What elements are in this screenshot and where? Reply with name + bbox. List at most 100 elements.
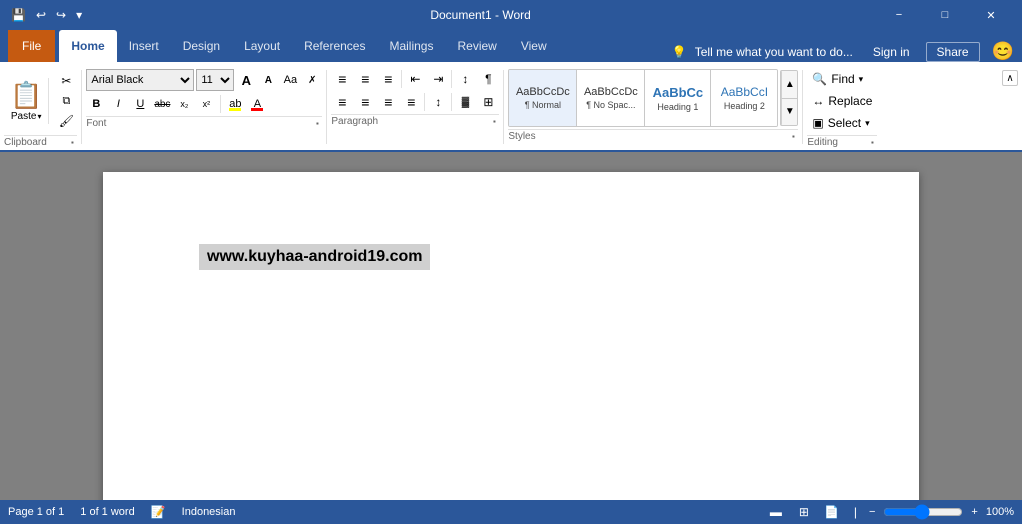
subscript-button[interactable]: x₂ [174, 94, 194, 114]
zoom-slider[interactable] [883, 504, 963, 520]
close-button[interactable]: ✕ [968, 0, 1014, 30]
sort-button[interactable]: ↕ [454, 69, 476, 89]
minimize-button[interactable]: − [876, 0, 922, 30]
change-case-button[interactable]: Aa [280, 70, 300, 90]
multilevel-button[interactable]: ≡ [377, 69, 399, 89]
format-painter-button[interactable]: 🖌 [55, 112, 77, 130]
document-content[interactable]: www.kuyhaa-android19.com [199, 244, 430, 270]
clipboard-small-buttons: ✂ ⧉ 🖌 [55, 72, 77, 130]
tab-file[interactable]: File [8, 30, 55, 62]
collapse-ribbon-button[interactable]: ∧ [1002, 70, 1018, 86]
tab-home[interactable]: Home [59, 30, 116, 62]
style-heading2[interactable]: AaBbCcI Heading 2 [711, 70, 777, 126]
window-title: Document1 - Word [85, 8, 876, 22]
strikethrough-button[interactable]: abc [152, 94, 172, 114]
status-left: Page 1 of 1 1 of 1 word 📝 Indonesian [8, 505, 235, 519]
font-controls: Arial Black 11 A A Aa ✗ B I U abc x₂ x² … [86, 69, 322, 114]
status-bar: Page 1 of 1 1 of 1 word 📝 Indonesian ▬ ⊞… [0, 500, 1022, 524]
para-divider-4 [451, 93, 452, 111]
tab-review[interactable]: Review [445, 30, 508, 62]
text-highlight-button[interactable]: ab [225, 94, 245, 114]
zoom-level[interactable]: 100% [986, 506, 1014, 518]
underline-button[interactable]: U [130, 94, 150, 114]
paste-dropdown-icon[interactable]: ▾ [37, 112, 41, 121]
font-size-select[interactable]: 11 [196, 69, 234, 91]
maximize-button[interactable]: □ [922, 0, 968, 30]
paragraph-expand[interactable]: ▪ [489, 117, 499, 127]
tab-layout[interactable]: Layout [232, 30, 292, 62]
font-color-button[interactable]: A [247, 94, 267, 114]
print-layout-button[interactable]: ▬ [766, 502, 786, 522]
align-right-button[interactable]: ≡ [377, 92, 399, 112]
paste-button[interactable]: 📋 Paste ▾ [4, 78, 49, 124]
customize-icon[interactable]: ▾ [73, 8, 85, 22]
font-name-select[interactable]: Arial Black [86, 69, 194, 91]
increase-indent-button[interactable]: ⇥ [427, 69, 449, 89]
align-center-button[interactable]: ≡ [354, 92, 376, 112]
find-button[interactable]: 🔍 Find ▾ [807, 69, 877, 89]
copy-button[interactable]: ⧉ [55, 92, 77, 110]
superscript-button[interactable]: x² [196, 94, 216, 114]
sign-in-link[interactable]: Sign in [873, 45, 910, 59]
document-area: www.kuyhaa-android19.com [0, 152, 1022, 518]
style-normal[interactable]: AaBbCcDc ¶ Normal [509, 70, 577, 126]
styles-group: AaBbCcDc ¶ Normal AaBbCcDc ¶ No Spac... … [504, 66, 802, 148]
proofing-icon[interactable]: 📝 [151, 505, 166, 519]
font-expand[interactable]: ▪ [312, 119, 322, 129]
select-dropdown-icon[interactable]: ▾ [865, 118, 870, 129]
style-heading1-label: Heading 1 [657, 102, 698, 112]
styles-scroll-up[interactable]: ▲ [781, 71, 797, 98]
paragraph-label: Paragraph ▪ [331, 114, 499, 127]
align-left-button[interactable]: ≡ [331, 92, 353, 112]
borders-button[interactable]: ⊞ [477, 92, 499, 112]
numbering-button[interactable]: ≡ [354, 69, 376, 89]
select-label: Select [828, 116, 861, 130]
clear-formatting-button[interactable]: ✗ [302, 70, 322, 90]
italic-button[interactable]: I [108, 94, 128, 114]
show-marks-button[interactable]: ¶ [477, 69, 499, 89]
emoji-icon: 😊 [992, 41, 1014, 62]
document-page: www.kuyhaa-android19.com [103, 172, 919, 518]
redo-icon[interactable]: ↪ [53, 8, 69, 22]
style-heading2-label: Heading 2 [724, 101, 765, 111]
justify-button[interactable]: ≡ [400, 92, 422, 112]
zoom-out-icon[interactable]: − [869, 506, 875, 518]
bullets-button[interactable]: ≡ [331, 69, 353, 89]
bold-button[interactable]: B [86, 94, 106, 114]
zoom-in-icon[interactable]: + [971, 506, 977, 518]
tab-design[interactable]: Design [171, 30, 232, 62]
tab-mailings[interactable]: Mailings [377, 30, 445, 62]
styles-scroll-down[interactable]: ▼ [781, 98, 797, 125]
tell-me-icon: 💡 [672, 45, 687, 59]
read-mode-button[interactable]: 📄 [822, 502, 842, 522]
title-bar: 💾 ↩ ↪ ▾ Document1 - Word − □ ✕ [0, 0, 1022, 30]
tab-insert[interactable]: Insert [117, 30, 171, 62]
style-heading1-preview: AaBbCc [653, 85, 704, 100]
decrease-indent-button[interactable]: ⇤ [404, 69, 426, 89]
web-layout-button[interactable]: ⊞ [794, 502, 814, 522]
save-icon[interactable]: 💾 [8, 8, 29, 22]
tell-me-text[interactable]: Tell me what you want to do... [695, 45, 853, 59]
style-no-spacing[interactable]: AaBbCcDc ¶ No Spac... [577, 70, 645, 126]
tab-view[interactable]: View [509, 30, 559, 62]
clipboard-expand[interactable]: ▪ [67, 138, 77, 148]
clipboard-label: Clipboard ▪ [4, 135, 77, 148]
paragraph-controls: ≡ ≡ ≡ ⇤ ⇥ ↕ ¶ ≡ ≡ ≡ ≡ ↕ ▓ ⊞ [331, 69, 499, 112]
language-info[interactable]: Indonesian [182, 506, 236, 518]
tab-references[interactable]: References [292, 30, 377, 62]
replace-button[interactable]: ↔ Replace [807, 91, 877, 111]
style-no-spacing-label: ¶ No Spac... [586, 100, 635, 110]
cut-button[interactable]: ✂ [55, 72, 77, 90]
undo-icon[interactable]: ↩ [33, 8, 49, 22]
editing-expand[interactable]: ▪ [867, 138, 877, 148]
shading-button[interactable]: ▓ [454, 92, 476, 112]
styles-expand[interactable]: ▪ [788, 132, 798, 142]
find-dropdown-icon[interactable]: ▾ [859, 74, 864, 85]
select-button[interactable]: ▣ Select ▾ [807, 113, 877, 133]
find-label: Find [831, 72, 854, 86]
line-spacing-button[interactable]: ↕ [427, 92, 449, 112]
font-grow-button[interactable]: A [236, 70, 256, 90]
share-button[interactable]: Share [926, 42, 980, 62]
font-shrink-button[interactable]: A [258, 70, 278, 90]
style-heading1[interactable]: AaBbCc Heading 1 [645, 70, 711, 126]
